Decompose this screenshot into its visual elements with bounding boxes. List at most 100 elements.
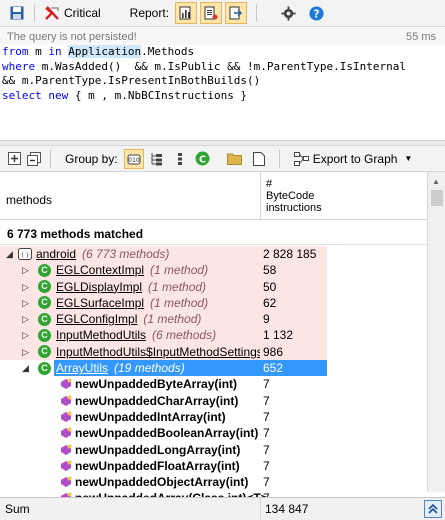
method-icon <box>61 411 72 422</box>
row-label[interactable]: newUnpaddedFloatArray(int) <box>75 458 240 474</box>
vertical-scrollbar[interactable]: ▲ <box>427 172 445 492</box>
row-label[interactable]: newUnpaddedByteArray(int) <box>75 376 237 392</box>
table-row[interactable]: ▷ C InputMethodUtils (6 methods) 1 132 <box>0 327 427 344</box>
row-name-cell: newUnpaddedObjectArray(int) <box>0 474 260 490</box>
editor-line-3: && m.ParentType.IsPresentInBothBuilds() <box>2 74 445 89</box>
row-link[interactable]: EGLContextImpl <box>56 263 144 277</box>
expand-arrow-icon[interactable]: ▷ <box>22 344 29 360</box>
row-link[interactable]: android <box>36 247 76 261</box>
row-count: (19 methods) <box>114 361 185 376</box>
collapse-arrow-icon[interactable]: ◢ <box>22 360 29 376</box>
method-icon <box>61 427 72 439</box>
class-icon: C <box>38 345 51 359</box>
groupby-file-button[interactable] <box>249 149 269 169</box>
table-row[interactable]: ◢ { } android (6 773 methods) 2 828 185 <box>0 246 427 263</box>
expand-arrow-icon[interactable]: ▷ <box>22 295 29 311</box>
groupby-assembly-button[interactable]: 010 <box>123 148 144 169</box>
row-link[interactable]: EGLDisplayImpl <box>56 280 142 294</box>
help-button[interactable]: ? <box>305 2 327 24</box>
class-icon: C <box>38 312 51 326</box>
method-icon <box>61 395 72 406</box>
critical-toggle[interactable]: Critical <box>41 2 104 24</box>
table-row[interactable]: newUnpaddedCharArray(int) 7 <box>0 393 427 409</box>
row-name-cell: newUnpaddedByteArray(int) <box>0 376 260 392</box>
expand-all-button[interactable] <box>4 149 24 169</box>
row-label[interactable]: newUnpaddedObjectArray(int) <box>75 474 248 490</box>
svg-text:{ }: { } <box>21 253 30 259</box>
row-label[interactable]: newUnpaddedCharArray(int) <box>75 393 238 409</box>
scrollbar-thumb[interactable] <box>431 190 443 206</box>
report-chart-button[interactable] <box>175 2 198 24</box>
grid-header: methods # ByteCode instructions <box>0 172 427 220</box>
table-row[interactable]: newUnpaddedObjectArray(int) 7 <box>0 474 427 490</box>
settings-button[interactable] <box>277 2 299 24</box>
row-link[interactable]: EGLConfigImpl <box>56 312 137 326</box>
table-row[interactable]: ▷ C InputMethodUtils$InputMethodSettings… <box>0 343 427 361</box>
class-icon: C <box>38 361 51 375</box>
column-header-methods[interactable]: methods <box>6 193 52 207</box>
toolbar-separator <box>278 149 280 168</box>
header-line: instructions <box>266 202 322 214</box>
table-row[interactable]: newUnpaddedFloatArray(int) 7 <box>0 458 427 474</box>
file-icon <box>252 151 265 166</box>
row-value: 50 <box>260 278 327 295</box>
critical-icon <box>45 6 59 20</box>
row-link[interactable]: ArrayUtils <box>56 361 108 375</box>
groupby-tree-button[interactable] <box>147 149 167 169</box>
editor-text: m.WasAdded() && m.IsPublic && !m.ParentT… <box>35 59 406 73</box>
expand-arrow-icon[interactable]: ▷ <box>22 279 29 295</box>
column-header-bytecode[interactable]: # ByteCode instructions <box>260 172 327 220</box>
collapse-all-button[interactable] <box>24 149 44 169</box>
report-document-button[interactable] <box>200 2 223 24</box>
table-row[interactable]: newUnpaddedIntArray(int) 7 <box>0 409 427 425</box>
collapse-panel-button[interactable] <box>424 500 442 518</box>
table-row[interactable]: newUnpaddedByteArray(int) 7 <box>0 376 427 392</box>
row-link[interactable]: InputMethodUtils <box>56 328 146 342</box>
query-editor[interactable]: from m in Application.Methods where m.Was… <box>0 45 445 140</box>
groupby-folder-button[interactable] <box>225 149 245 169</box>
table-row[interactable]: ▷ C EGLDisplayImpl (1 method) 50 <box>0 278 427 295</box>
header-line: # <box>266 178 273 190</box>
editor-line-1: from m in Application.Methods <box>2 45 445 60</box>
row-value: 62 <box>260 294 327 312</box>
table-row-selected[interactable]: ◢ C ArrayUtils (19 methods) 652 <box>0 360 427 377</box>
export-to-graph-button[interactable]: Export to Graph ▼ <box>293 151 412 166</box>
expand-arrow-icon[interactable]: ▷ <box>22 327 29 343</box>
summary-footer: Sum 134 847 <box>0 497 445 520</box>
table-row[interactable]: ▷ C EGLConfigImpl (1 method) 9 <box>0 311 427 328</box>
row-name-cell: ◢ { } android (6 773 methods) <box>0 246 260 263</box>
class-icon: C <box>38 296 51 310</box>
row-count: (1 method) <box>143 312 202 327</box>
table-row[interactable]: ▷ C EGLContextImpl (1 method) 58 <box>0 262 427 279</box>
table-row[interactable]: newUnpaddedBooleanArray(int) 7 <box>0 425 427 441</box>
method-icon <box>61 460 72 471</box>
row-value: 7 <box>263 442 270 457</box>
row-link[interactable]: EGLSurfaceImpl <box>56 296 144 310</box>
report-chart-icon <box>179 6 191 20</box>
groupby-type-button[interactable]: C <box>193 149 213 169</box>
table-row[interactable]: newUnpaddedLongArray(int) 7 <box>0 442 427 458</box>
results-toolbar: Group by: 010 C Export to Graph ▼ <box>0 146 445 172</box>
row-name-cell: newUnpaddedLongArray(int) <box>0 442 260 458</box>
expand-all-icon <box>7 152 21 165</box>
row-label[interactable]: newUnpaddedLongArray(int) <box>75 442 240 458</box>
groupby-namespace-button[interactable] <box>170 149 190 169</box>
row-label[interactable]: newUnpaddedBooleanArray(int) <box>75 425 258 441</box>
expand-arrow-icon[interactable]: ▷ <box>22 262 29 278</box>
matched-count: 6 773 methods matched <box>0 220 427 245</box>
namespace-icon: { } <box>18 248 32 260</box>
table-row[interactable]: ▷ C EGLSurfaceImpl (1 method) 62 <box>0 294 427 312</box>
row-name-cell: ▷ C InputMethodUtils$InputMethodSettings… <box>0 343 260 361</box>
row-label[interactable]: newUnpaddedIntArray(int) <box>75 409 226 425</box>
method-icon <box>61 444 72 455</box>
scroll-up-icon[interactable]: ▲ <box>432 177 440 186</box>
report-export-button[interactable] <box>225 2 248 24</box>
class-icon: C <box>38 263 51 277</box>
save-button[interactable] <box>6 2 28 24</box>
expand-arrow-icon[interactable]: ▷ <box>22 311 29 327</box>
gear-icon <box>281 5 296 21</box>
row-link[interactable]: InputMethodUtils$InputMethodSettings <box>56 345 260 359</box>
collapse-arrow-icon[interactable]: ◢ <box>6 246 13 262</box>
row-value: 7 <box>263 377 270 392</box>
row-name-cell: newUnpaddedIntArray(int) <box>0 409 260 425</box>
